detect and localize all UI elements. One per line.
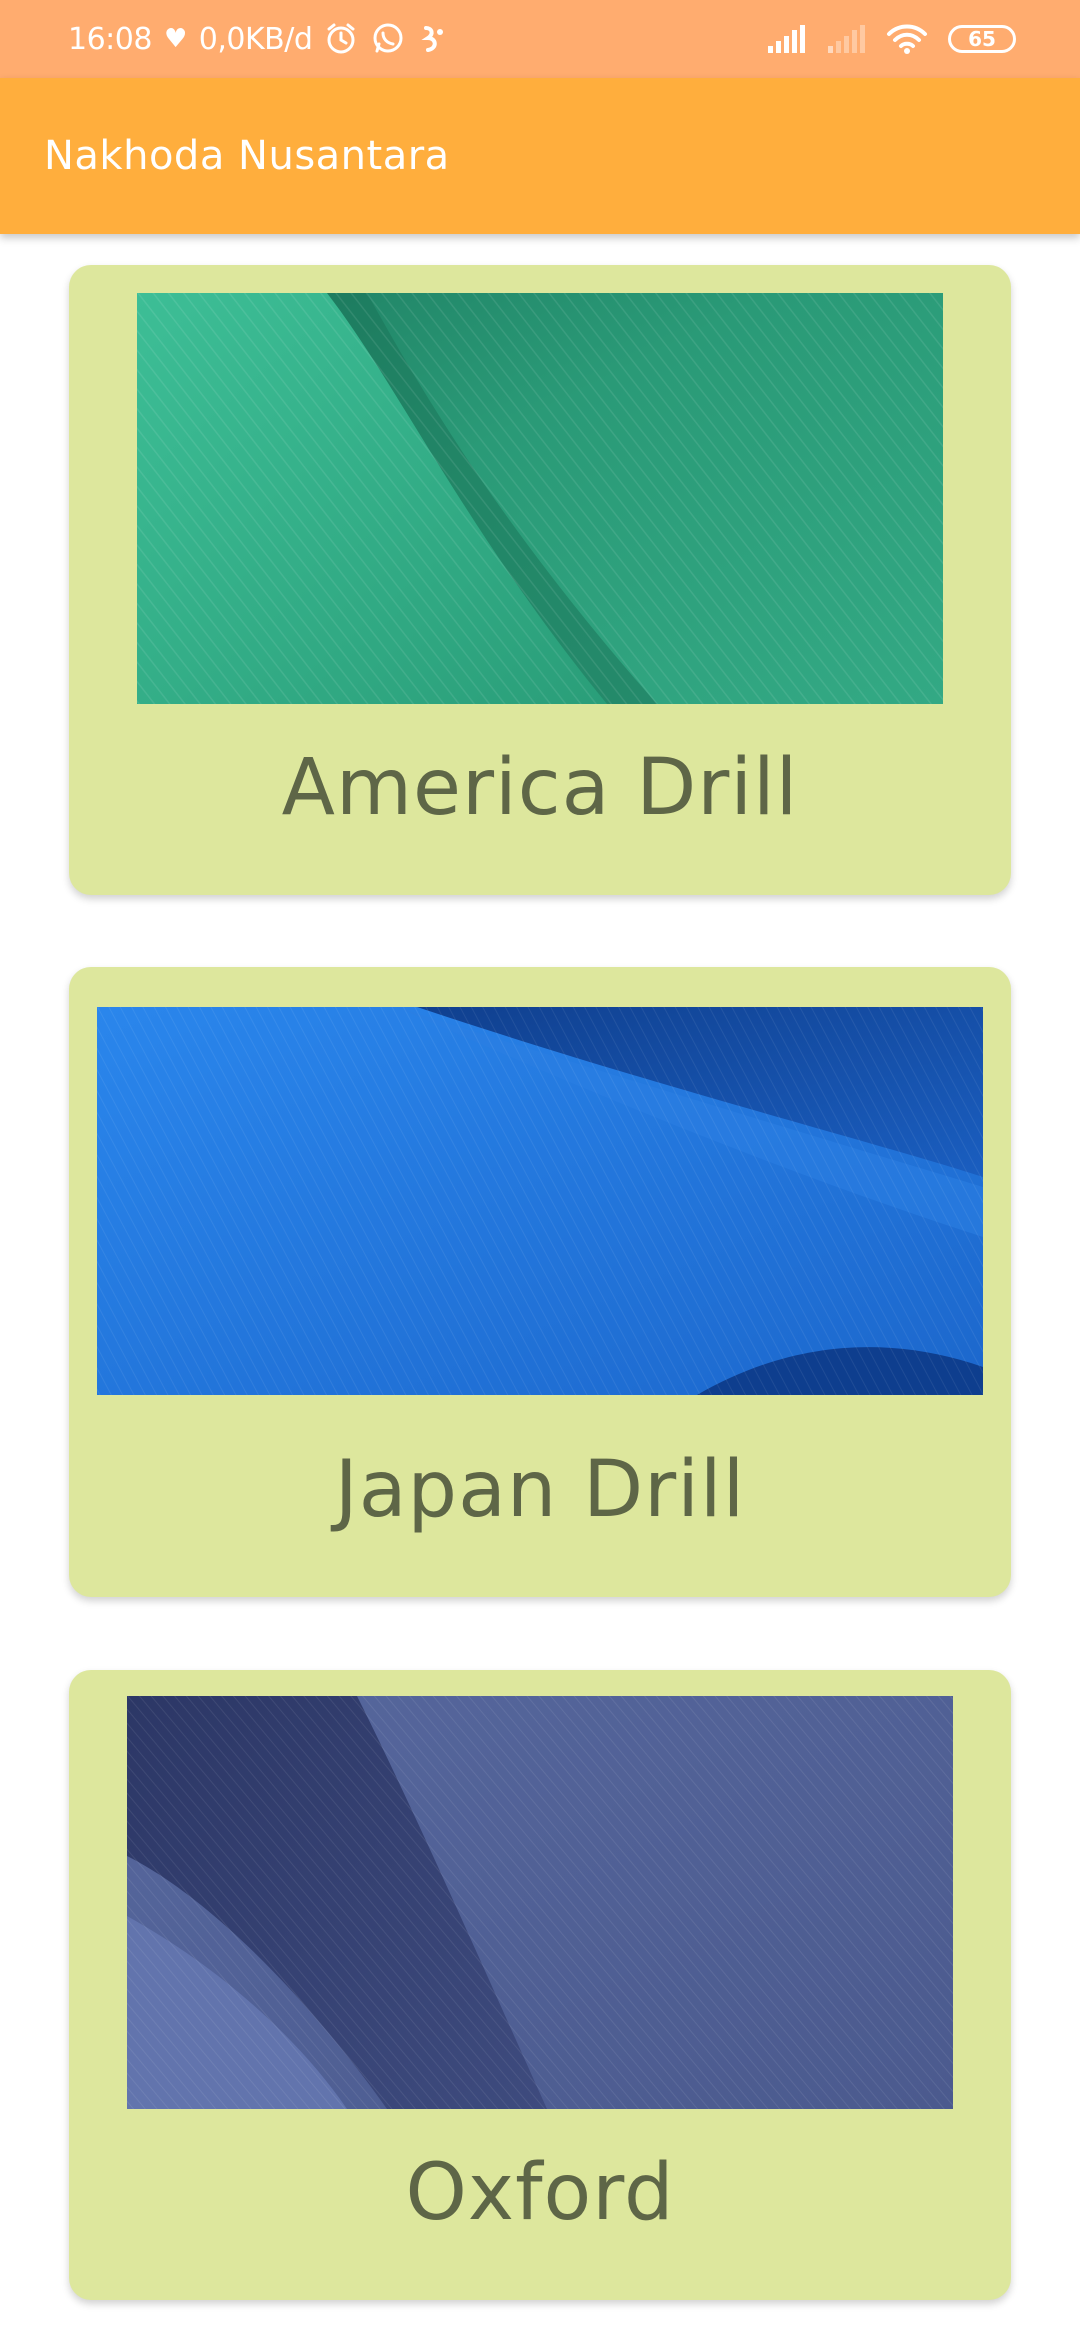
- navy-fabric-image: [127, 1696, 953, 2109]
- blue-fabric-image: [97, 1007, 983, 1395]
- status-right: 65: [766, 23, 1016, 55]
- wifi-icon: [886, 23, 928, 55]
- status-bar: 16:08 ♥ 0,0KB/d 65: [0, 0, 1080, 78]
- app-icon: [418, 22, 448, 56]
- heart-icon: ♥: [163, 24, 187, 54]
- signal-icon: [766, 24, 806, 54]
- battery-icon: 65: [948, 25, 1016, 53]
- fabric-card[interactable]: Oxford: [69, 1670, 1011, 2300]
- battery-level: 65: [968, 27, 996, 51]
- status-time: 16:08: [68, 21, 152, 57]
- green-fabric-image: [137, 293, 943, 704]
- app-bar: Nakhoda Nusantara: [0, 78, 1080, 234]
- status-left: 16:08 ♥ 0,0KB/d: [68, 21, 448, 57]
- whatsapp-icon: [370, 21, 406, 57]
- app-title: Nakhoda Nusantara: [44, 133, 450, 179]
- card-title: America Drill: [281, 743, 799, 833]
- signal-weak-icon: [826, 24, 866, 54]
- fabric-card[interactable]: America Drill: [69, 265, 1011, 895]
- card-title: Japan Drill: [334, 1445, 746, 1535]
- network-speed: 0,0KB/d: [198, 21, 313, 57]
- alarm-icon: [324, 22, 358, 56]
- fabric-card[interactable]: Japan Drill: [69, 967, 1011, 1597]
- card-title: Oxford: [405, 2148, 675, 2238]
